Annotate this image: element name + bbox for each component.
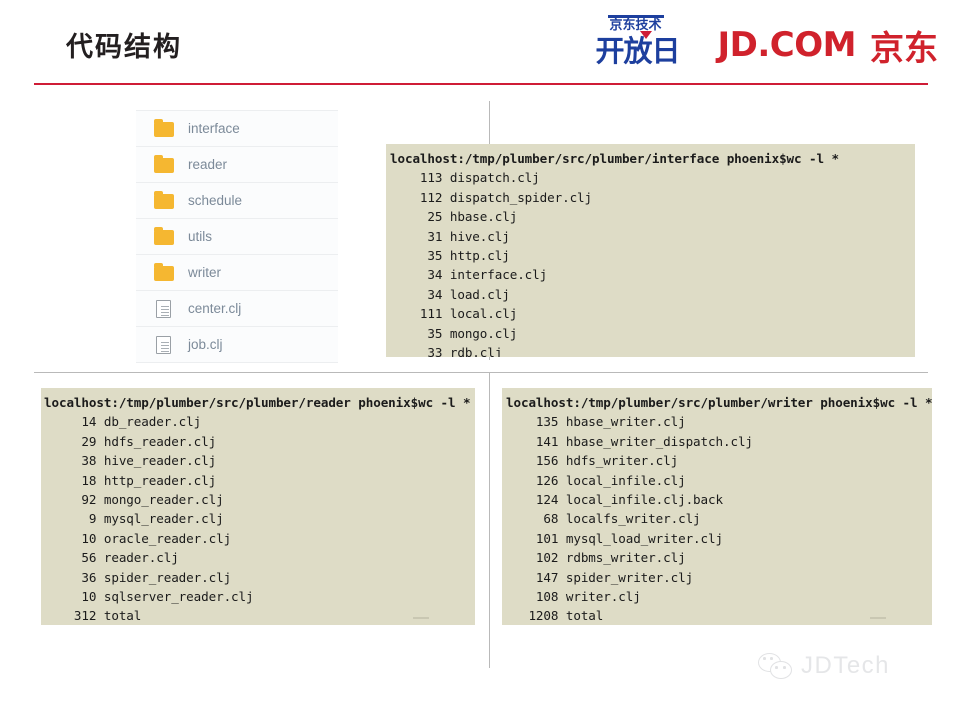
terminal-output-line: 111 local.clj	[390, 306, 518, 322]
terminal-output-line: 29 hdfs_reader.clj	[44, 433, 217, 449]
wechat-icon	[758, 652, 792, 680]
terminal-output-line: 135 hbase_writer.clj	[506, 414, 686, 430]
logo-openday-text: 开放日	[595, 34, 681, 68]
file-icon	[156, 299, 171, 318]
watermark-label: JDTech	[801, 652, 891, 679]
page-title: 代码结构	[66, 32, 182, 63]
tree-item-label: schedule	[188, 193, 243, 208]
tree-item-label: utils	[188, 229, 213, 244]
tree-item-label: center.clj	[188, 301, 242, 316]
tree-item-schedule[interactable]: schedule	[136, 183, 338, 219]
terminal-output-line: 31 hive.clj	[390, 228, 510, 244]
folder-icon	[154, 263, 174, 281]
terminal-output-line: 35 mongo.clj	[390, 325, 518, 341]
terminal-output-line: 25 hbase.clj	[390, 209, 518, 225]
terminal-output-line: 102 rdbms_writer.clj	[506, 550, 686, 566]
terminal-output-line: 312 total	[44, 608, 142, 624]
terminal-output-line: 36 spider_reader.clj	[44, 569, 232, 585]
horizontal-divider	[34, 372, 928, 373]
folder-icon	[154, 119, 174, 137]
terminal-output-line: 38 hive_reader.clj	[44, 453, 217, 469]
terminal-output-line: 92 mongo_reader.clj	[44, 492, 224, 508]
terminal-output-line: 112 dispatch_spider.clj	[390, 189, 593, 205]
terminal-output-line: 18 http_reader.clj	[44, 472, 217, 488]
terminal-output-line: 14 db_reader.clj	[44, 414, 202, 430]
folder-icon	[154, 227, 174, 245]
vertical-divider-bottom	[489, 372, 490, 668]
file-tree[interactable]: interface reader schedule utils writer center…	[136, 110, 338, 363]
jd-wordmark-cn: 京东	[870, 28, 938, 69]
terminal-output: 14 db_reader.clj 29 hdfs_reader.clj 38 h…	[44, 412, 475, 625]
title-divider	[34, 83, 928, 85]
terminal-output-line: 68 localfs_writer.clj	[506, 511, 701, 527]
tree-item-job-clj[interactable]: job.clj	[136, 327, 338, 363]
terminal-output-line: 9 mysql_reader.clj	[44, 511, 224, 527]
tree-item-label: reader	[188, 157, 228, 172]
folder-icon	[154, 191, 174, 209]
tree-item-center-clj[interactable]: center.clj	[136, 291, 338, 327]
logo-tagline: 京东技术	[607, 15, 664, 33]
terminal-output-line: 126 local_infile.clj	[506, 472, 686, 488]
jd-wordmark: JD.COM	[717, 25, 857, 65]
tree-item-interface[interactable]: interface	[136, 111, 338, 147]
terminal-output-line: 10 sqlserver_reader.clj	[44, 589, 254, 605]
jd-open-day-logo-icon: 京东技术 开放日	[595, 15, 704, 72]
watermark: JDTech	[758, 652, 890, 680]
brand-logo: 京东技术 开放日 JD.COM 京东	[595, 15, 938, 74]
terminal-output-line: 156 hdfs_writer.clj	[506, 453, 679, 469]
terminal-output-line: 33 rdb.clj	[390, 345, 503, 357]
folder-icon	[154, 155, 174, 173]
page-header: 代码结构 京东技术 开放日 JD.COM 京东	[0, 0, 960, 86]
terminal-writer[interactable]: localhost:/tmp/plumber/src/plumber/write…	[502, 388, 932, 625]
terminal-prompt-line: localhost:/tmp/plumber/src/plumber/inter…	[390, 151, 839, 166]
tree-item-writer[interactable]: writer	[136, 255, 338, 291]
terminal-interface[interactable]: localhost:/tmp/plumber/src/plumber/inter…	[386, 144, 915, 357]
terminal-output-line: 101 mysql_load_writer.clj	[506, 530, 723, 546]
terminal-reader[interactable]: localhost:/tmp/plumber/src/plumber/reade…	[41, 388, 475, 625]
scroll-hint[interactable]	[870, 617, 886, 619]
terminal-prompt-line: localhost:/tmp/plumber/src/plumber/write…	[506, 395, 932, 410]
terminal-output-line: 113 dispatch.clj	[390, 170, 540, 186]
terminal-output-line: 34 load.clj	[390, 286, 510, 302]
terminal-output-line: 147 spider_writer.clj	[506, 569, 694, 585]
terminal-output-line: 34 interface.clj	[390, 267, 548, 283]
scroll-hint[interactable]	[413, 617, 429, 619]
tree-item-utils[interactable]: utils	[136, 219, 338, 255]
terminal-prompt-line: localhost:/tmp/plumber/src/plumber/reade…	[44, 395, 471, 410]
tree-item-label: job.clj	[188, 337, 223, 352]
terminal-output: 135 hbase_writer.clj 141 hbase_writer_di…	[506, 412, 932, 625]
tree-item-reader[interactable]: reader	[136, 147, 338, 183]
terminal-output-line: 1208 total	[506, 608, 604, 624]
terminal-output: 113 dispatch.clj 112 dispatch_spider.clj…	[390, 168, 915, 357]
terminal-output-line: 124 local_infile.clj.back	[506, 492, 723, 508]
terminal-output-line: 108 writer.clj	[506, 589, 641, 605]
terminal-output-line: 10 oracle_reader.clj	[44, 530, 232, 546]
tree-item-label: writer	[188, 265, 221, 280]
file-icon	[156, 335, 171, 354]
terminal-output-line: 35 http.clj	[390, 248, 510, 264]
tree-item-label: interface	[188, 121, 240, 136]
terminal-output-line: 141 hbase_writer_dispatch.clj	[506, 433, 753, 449]
terminal-output-line: 56 reader.clj	[44, 550, 179, 566]
